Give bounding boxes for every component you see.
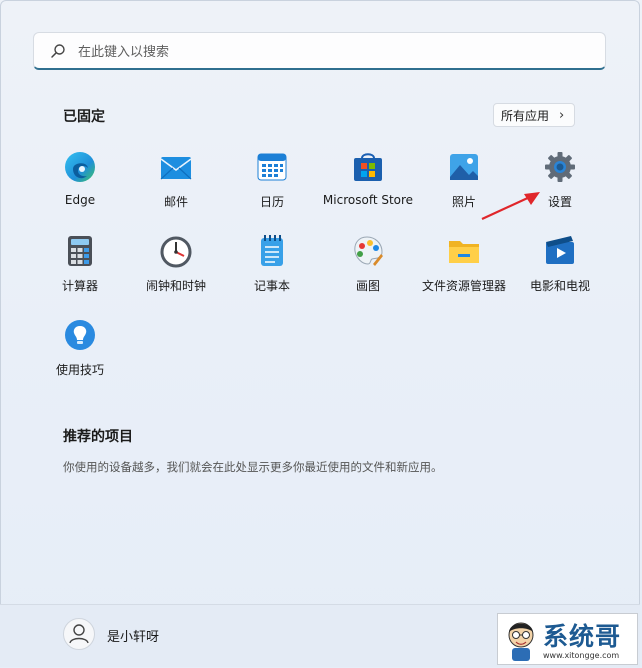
watermark: 系统哥 www.xitongge.com [497,613,638,665]
watermark-url: www.xitongge.com [543,651,620,660]
app-notepad[interactable]: 记事本 [224,234,320,294]
app-tips[interactable]: 使用技巧 [32,318,128,378]
app-label: 电影和电视 [529,279,590,293]
all-apps-button[interactable]: 所有应用 › [493,103,575,127]
calculator-icon [68,236,92,266]
app-label: 计算器 [61,279,98,293]
recommended-title: 推荐的项目 [63,429,133,445]
app-label: 邮件 [163,195,188,209]
app-mail[interactable]: 邮件 [128,150,224,210]
app-microsoft-store[interactable]: Microsoft Store [320,150,416,207]
search-box[interactable] [33,32,606,71]
tips-icon [65,320,95,350]
user-icon [69,624,89,644]
app-label: 画图 [355,279,380,293]
user-avatar[interactable] [63,618,95,650]
app-label: 使用技巧 [55,363,104,377]
paint-icon [354,236,383,266]
app-paint[interactable]: 画图 [320,234,416,294]
app-calendar[interactable]: 日历 [224,150,320,210]
mail-icon [160,157,192,180]
settings-icon [545,152,575,182]
watermark-mascot-icon [508,622,534,661]
app-label: Microsoft Store [322,193,414,207]
photos-icon [450,154,478,180]
chevron-right-icon: › [559,107,565,123]
recommended-description: 你使用的设备越多，我们就会在此处显示更多你最近使用的文件和新应用。 [63,460,443,474]
search-icon [51,44,65,58]
app-label: 记事本 [253,279,290,293]
edge-icon [65,152,95,182]
watermark-text: 系统哥 [543,622,622,651]
app-movies-tv[interactable]: 电影和电视 [512,234,608,294]
movies-icon [546,236,574,264]
notepad-icon [261,235,283,266]
app-calculator[interactable]: 计算器 [32,234,128,294]
annotation-arrow [481,192,540,220]
app-file-explorer[interactable]: 文件资源管理器 [416,234,512,294]
pinned-title: 已固定 [63,109,105,125]
calendar-icon [257,153,287,181]
app-label: 闹钟和时钟 [145,279,206,293]
folder-icon [449,241,479,263]
app-label: 日历 [259,195,284,209]
all-apps-label: 所有应用 [501,108,550,123]
store-icon [354,153,382,181]
app-clock[interactable]: 闹钟和时钟 [128,234,224,294]
user-name[interactable]: 是小轩呀 [107,626,159,645]
app-edge[interactable]: Edge [32,150,128,207]
search-input[interactable] [76,33,600,71]
clock-icon [160,236,192,268]
app-label: Edge [64,193,96,207]
app-label: 文件资源管理器 [421,279,506,293]
